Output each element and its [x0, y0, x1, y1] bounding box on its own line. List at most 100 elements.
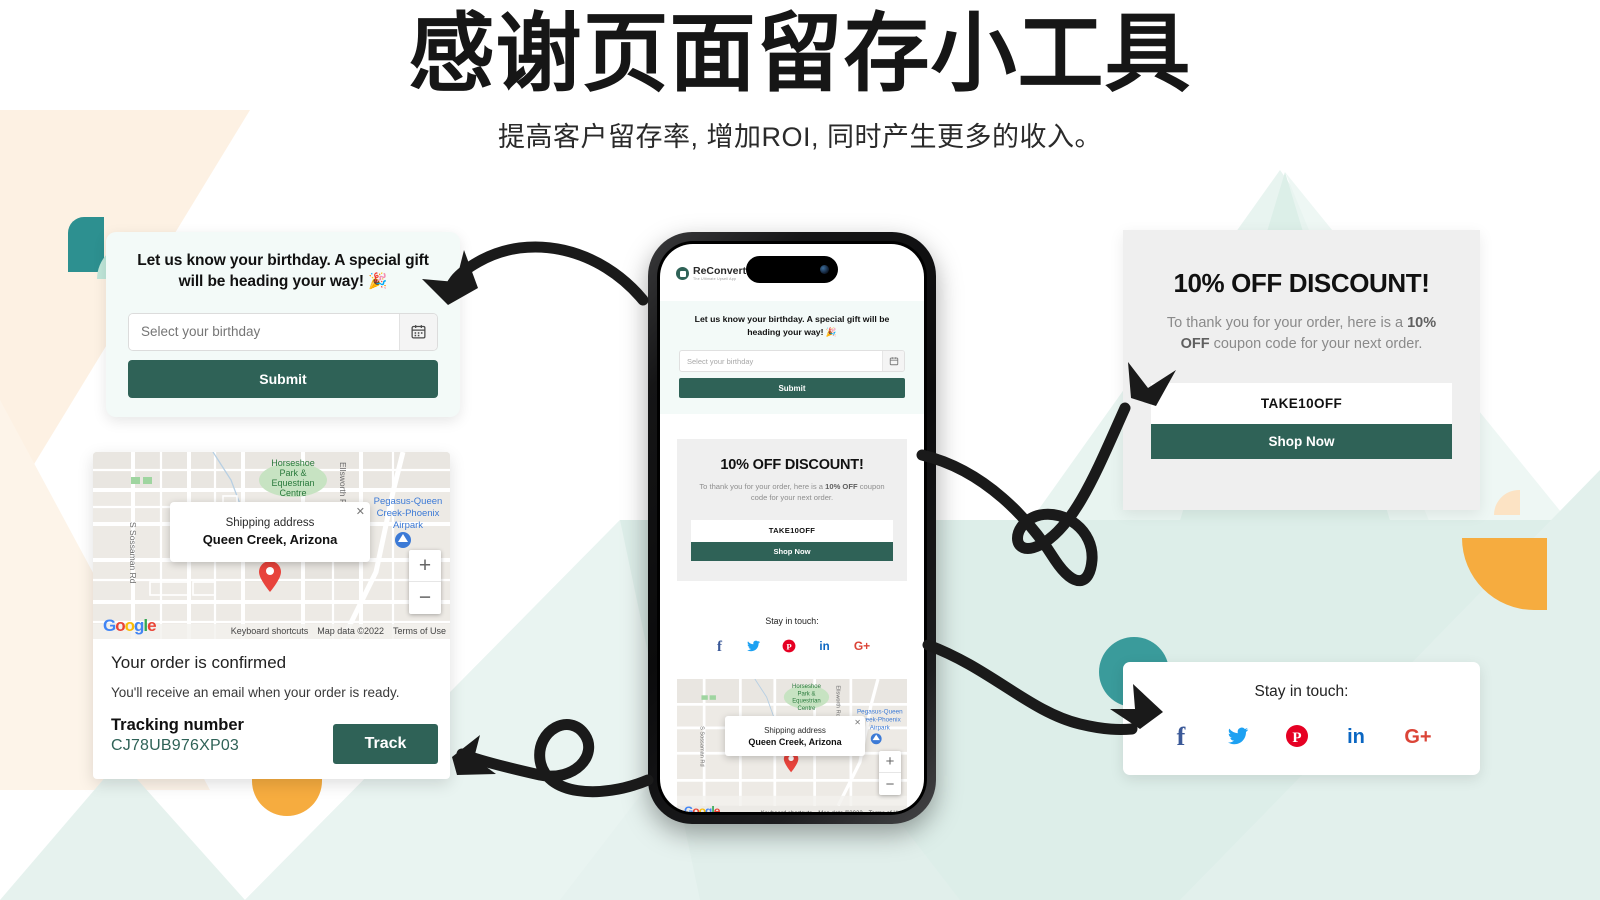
- phone-discount-title: 10% OFF DISCOUNT!: [720, 457, 864, 473]
- birthday-card: Let us know your birthday. A special gif…: [106, 232, 460, 417]
- twitter-icon[interactable]: [746, 639, 761, 658]
- coupon-code-box[interactable]: TAKE10OFF: [1151, 383, 1452, 425]
- keyboard-shortcuts-link[interactable]: Keyboard shortcuts: [231, 626, 309, 636]
- pinterest-icon[interactable]: P: [1285, 724, 1309, 753]
- phone-birthday-section: Let us know your birthday. A special gif…: [660, 301, 924, 415]
- map-zoom-controls[interactable]: + −: [409, 550, 441, 614]
- phone-map-zoom-controls[interactable]: + −: [879, 751, 901, 795]
- phone-screen: ReConvert The Ultimate Upsell App Let us…: [660, 244, 924, 812]
- front-camera-icon: [820, 265, 829, 274]
- discount-body-prefix: To thank you for your order, here is a: [1166, 315, 1408, 331]
- reconvert-brand-name: ReConvert: [693, 265, 747, 277]
- phone-coupon-code[interactable]: TAKE10OFF: [691, 519, 893, 542]
- map-zoom-in-button[interactable]: +: [409, 550, 441, 582]
- phone-birthday-message: Let us know your birthday. A special gif…: [694, 314, 890, 337]
- phone-mockup: ReConvert The Ultimate Upsell App Let us…: [648, 232, 936, 824]
- phone-discount-section: 10% OFF DISCOUNT! To thank you for your …: [677, 439, 907, 581]
- phone-map-zoom-out-button[interactable]: −: [879, 773, 901, 795]
- linkedin-icon[interactable]: in: [817, 639, 832, 658]
- order-subtext: You'll receive an email when your order …: [111, 685, 400, 700]
- discount-body: To thank you for your order, here is a 1…: [1151, 313, 1452, 355]
- svg-text:S Sossaman Rd: S Sossaman Rd: [699, 726, 705, 767]
- svg-text:P: P: [786, 641, 792, 651]
- page-root: 感谢页面留存小工具 提高客户留存率, 增加ROI, 同时产生更多的收入。 Let…: [0, 0, 1600, 900]
- facebook-icon[interactable]: f: [1171, 722, 1191, 754]
- phone-birthday-input[interactable]: Select your birthday: [680, 351, 882, 371]
- svg-text:S Sossaman Rd: S Sossaman Rd: [128, 522, 138, 584]
- svg-text:f: f: [717, 639, 723, 653]
- svg-text:Creek-Phoenix: Creek-Phoenix: [859, 717, 902, 724]
- svg-text:Park &: Park &: [279, 468, 306, 478]
- google-logo: Google: [103, 616, 157, 635]
- svg-text:Centre: Centre: [279, 488, 306, 498]
- phone-submit-button[interactable]: Submit: [679, 378, 905, 399]
- discount-card: 10% OFF DISCOUNT! To thank you for your …: [1123, 230, 1480, 510]
- terms-of-use-link[interactable]: Terms of Use: [393, 626, 446, 636]
- reconvert-logo: ReConvert The Ultimate Upsell App: [676, 266, 746, 282]
- phone-discount-body: To thank you for your order, here is a 1…: [691, 481, 893, 504]
- close-icon[interactable]: ✕: [854, 718, 861, 727]
- dynamic-island: [746, 256, 838, 283]
- svg-text:in: in: [819, 641, 829, 653]
- shipping-address-label: Shipping address: [225, 517, 315, 529]
- svg-text:Creek-Phoenix: Creek-Phoenix: [377, 508, 440, 519]
- facebook-icon[interactable]: f: [714, 638, 725, 658]
- phone-shipping-address-value: Queen Creek, Arizona: [748, 736, 842, 747]
- order-details: Your order is confirmed You'll receive a…: [93, 639, 450, 779]
- stay-in-touch-card: Stay in touch: f P in G+: [1123, 662, 1480, 775]
- keyboard-shortcuts-link[interactable]: Keyboard shortcuts: [761, 811, 813, 812]
- terms-of-use-link[interactable]: Terms of Use: [869, 811, 904, 812]
- phone-social-icon-row: f P in G+: [660, 638, 924, 658]
- close-icon[interactable]: ✕: [356, 505, 365, 518]
- map-data-label: Map data ©2022: [818, 811, 862, 812]
- svg-text:Equestrian: Equestrian: [792, 699, 821, 705]
- social-icon-row: f P in G+: [1171, 722, 1433, 754]
- birthday-input[interactable]: [129, 313, 399, 350]
- phone-map-attribution: Keyboard shortcuts Map data ©2022 Terms …: [761, 811, 905, 812]
- svg-text:Pegasus-Queen: Pegasus-Queen: [857, 708, 903, 715]
- track-button[interactable]: Track: [333, 724, 438, 764]
- phone-discount-bold: 10% OFF: [825, 482, 858, 491]
- svg-text:Park &: Park &: [798, 691, 816, 697]
- calendar-icon[interactable]: [399, 313, 437, 350]
- birthday-input-row[interactable]: [128, 312, 438, 351]
- birthday-submit-button[interactable]: Submit: [128, 359, 438, 398]
- phone-map-view[interactable]: Horseshoe Park & Equestrian Centre S Sos…: [677, 679, 907, 812]
- svg-text:P: P: [1292, 730, 1301, 746]
- phone-map-zoom-in-button[interactable]: +: [879, 751, 901, 773]
- pinterest-icon[interactable]: P: [782, 639, 796, 658]
- order-heading: Your order is confirmed: [111, 653, 287, 672]
- map-zoom-out-button[interactable]: −: [409, 582, 441, 614]
- map-data-label: Map data ©2022: [317, 626, 384, 636]
- googleplus-icon[interactable]: G+: [853, 639, 871, 658]
- calendar-icon[interactable]: [882, 351, 904, 372]
- shipping-address-value: Queen Creek, Arizona: [202, 532, 338, 547]
- shop-now-button[interactable]: Shop Now: [1151, 424, 1452, 460]
- svg-text:G+: G+: [1404, 726, 1431, 747]
- svg-text:Airpark: Airpark: [870, 725, 891, 732]
- svg-text:Equestrian: Equestrian: [271, 478, 314, 488]
- phone-bezel: ReConvert The Ultimate Upsell App Let us…: [657, 241, 927, 815]
- svg-text:Horseshoe: Horseshoe: [792, 684, 822, 690]
- page-title: 感谢页面留存小工具: [408, 6, 1192, 102]
- teal-quarter-shape: [68, 217, 104, 272]
- map-attribution: Keyboard shortcuts Map data ©2022 Terms …: [231, 626, 446, 636]
- discount-body-suffix: coupon code for your next order.: [1209, 336, 1423, 353]
- phone-shipping-address-bubble: ✕ Shipping address Queen Creek, Arizona: [725, 716, 865, 756]
- discount-title: 10% OFF DISCOUNT!: [1173, 268, 1430, 298]
- svg-text:in: in: [1347, 726, 1365, 747]
- phone-shipping-address-label: Shipping address: [764, 725, 826, 735]
- svg-text:G+: G+: [853, 639, 869, 653]
- google-logo: Google: [684, 804, 720, 812]
- googleplus-icon[interactable]: G+: [1403, 725, 1433, 752]
- svg-text:Pegasus-Queen: Pegasus-Queen: [374, 496, 443, 507]
- phone-social-title: Stay in touch:: [765, 616, 819, 626]
- order-confirmation-card: Horseshoe Park & Equestrian Centre S Sos…: [93, 452, 450, 779]
- stay-in-touch-title: Stay in touch:: [1254, 683, 1349, 700]
- phone-shop-now-button[interactable]: Shop Now: [691, 541, 893, 561]
- twitter-icon[interactable]: [1225, 725, 1251, 752]
- phone-birthday-input-row[interactable]: Select your birthday: [679, 350, 905, 373]
- linkedin-icon[interactable]: in: [1343, 725, 1369, 752]
- map-view[interactable]: Horseshoe Park & Equestrian Centre S Sos…: [93, 452, 450, 639]
- svg-text:Horseshoe: Horseshoe: [271, 458, 315, 468]
